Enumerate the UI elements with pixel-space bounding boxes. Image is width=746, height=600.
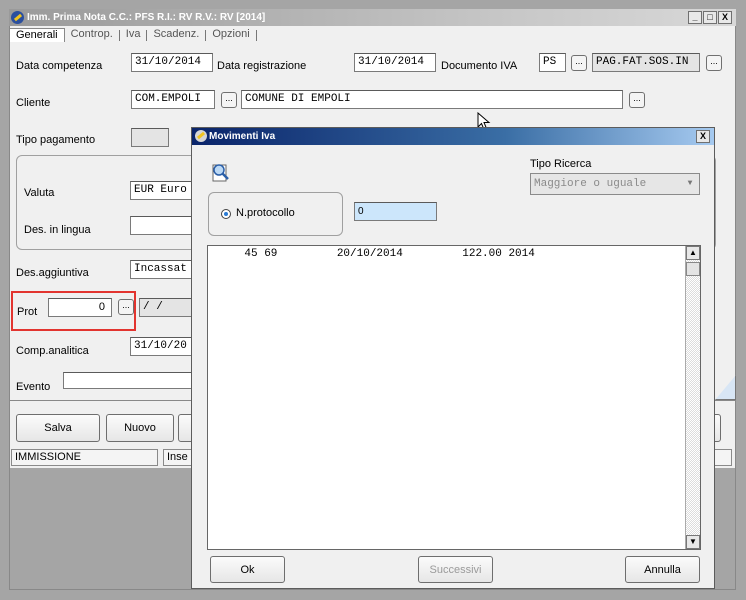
data-registrazione-field[interactable]: 31/10/2014 bbox=[354, 53, 436, 72]
close-button[interactable]: X bbox=[718, 11, 732, 24]
cliente-name-lookup-button[interactable]: ... bbox=[629, 92, 645, 108]
dialog-close-button[interactable]: X bbox=[696, 130, 710, 143]
tipo-ricerca-value: Maggiore o uguale bbox=[534, 178, 647, 190]
scroll-up-icon[interactable]: ▲ bbox=[686, 246, 700, 260]
tipo-pagamento-field[interactable] bbox=[131, 128, 169, 147]
tab-bar: Generali Controp. Iva Scadenz. Opzioni bbox=[9, 28, 257, 42]
documento-iva-desc-lookup-button[interactable]: ... bbox=[706, 55, 722, 71]
successivi-button[interactable]: Successivi bbox=[418, 556, 493, 583]
document-search-icon bbox=[212, 164, 229, 182]
chevron-down-icon[interactable]: ▼ bbox=[682, 175, 698, 193]
main-window-titlebar: Imm. Prima Nota C.C.: PFS R.I.: RV R.V.:… bbox=[9, 9, 736, 26]
tab-scadenz[interactable]: Scadenz. bbox=[147, 28, 205, 42]
search-criteria-panel: N.protocollo bbox=[208, 192, 343, 236]
tipo-ricerca-label: Tipo Ricerca bbox=[530, 158, 592, 170]
tab-controp[interactable]: Controp. bbox=[65, 28, 119, 42]
documento-iva-desc-field: PAG.FAT.SOS.IN bbox=[592, 53, 700, 72]
data-competenza-label: Data competenza bbox=[16, 60, 103, 72]
minimize-button[interactable]: _ bbox=[688, 11, 702, 24]
documento-iva-code-field[interactable]: PS bbox=[539, 53, 566, 72]
documento-iva-lookup-button[interactable]: ... bbox=[571, 55, 587, 71]
prot-date-field[interactable]: / / bbox=[139, 298, 199, 317]
protocollo-input[interactable]: 0 bbox=[354, 202, 437, 221]
tipo-pagamento-label: Tipo pagamento bbox=[16, 134, 96, 146]
valuta-label: Valuta bbox=[24, 187, 55, 199]
annulla-button[interactable]: Annulla bbox=[625, 556, 700, 583]
status-mode: IMMISSIONE bbox=[11, 449, 158, 466]
protocollo-radio[interactable] bbox=[221, 209, 231, 219]
documento-iva-label: Documento IVA bbox=[441, 60, 518, 72]
list-scrollbar[interactable]: ▲ ▼ bbox=[685, 246, 700, 549]
scroll-down-icon[interactable]: ▼ bbox=[686, 535, 700, 549]
ok-button[interactable]: Ok bbox=[210, 556, 285, 583]
movimenti-iva-dialog: Movimenti Iva X Tipo Ricerca Maggiore o … bbox=[191, 127, 715, 589]
scroll-thumb[interactable] bbox=[686, 262, 700, 276]
cliente-code-field[interactable]: COM.EMPOLI bbox=[131, 90, 215, 109]
list-item[interactable]: 45 69 20/10/2014 122.00 2014 bbox=[218, 248, 534, 260]
tab-generali[interactable]: Generali bbox=[9, 28, 65, 42]
des-aggiuntiva-label: Des.aggiuntiva bbox=[16, 267, 89, 279]
dialog-title: Movimenti Iva bbox=[209, 131, 276, 142]
cliente-label: Cliente bbox=[16, 97, 51, 109]
main-window-title: Imm. Prima Nota C.C.: PFS R.I.: RV R.V.:… bbox=[27, 12, 266, 23]
tipo-ricerca-select[interactable]: Maggiore o uguale ▼ bbox=[530, 173, 700, 195]
comp-analitica-label: Comp.analitica bbox=[16, 345, 89, 357]
dialog-app-icon bbox=[195, 130, 207, 142]
des-lingua-label: Des. in lingua bbox=[24, 224, 91, 236]
prot-lookup-button[interactable]: ... bbox=[118, 299, 134, 315]
cliente-name-field[interactable]: COMUNE DI EMPOLI bbox=[241, 90, 623, 109]
data-registrazione-label: Data registrazione bbox=[217, 60, 307, 72]
evento-label: Evento bbox=[16, 381, 51, 393]
nuovo-button[interactable]: Nuovo bbox=[106, 414, 174, 442]
status-right bbox=[712, 449, 732, 466]
protocollo-radio-label: N.protocollo bbox=[236, 207, 295, 219]
app-icon bbox=[11, 11, 24, 24]
dialog-titlebar: Movimenti Iva X bbox=[192, 128, 714, 145]
cliente-lookup-button[interactable]: ... bbox=[221, 92, 237, 108]
tab-opzioni[interactable]: Opzioni bbox=[206, 28, 255, 42]
data-competenza-field[interactable]: 31/10/2014 bbox=[131, 53, 213, 72]
maximize-button[interactable]: □ bbox=[703, 11, 717, 24]
tab-separator bbox=[255, 30, 257, 41]
tab-iva[interactable]: Iva bbox=[120, 28, 147, 42]
salva-button[interactable]: Salva bbox=[16, 414, 100, 442]
movimenti-list[interactable]: 45 69 20/10/2014 122.00 2014 ▲ ▼ bbox=[207, 245, 701, 550]
